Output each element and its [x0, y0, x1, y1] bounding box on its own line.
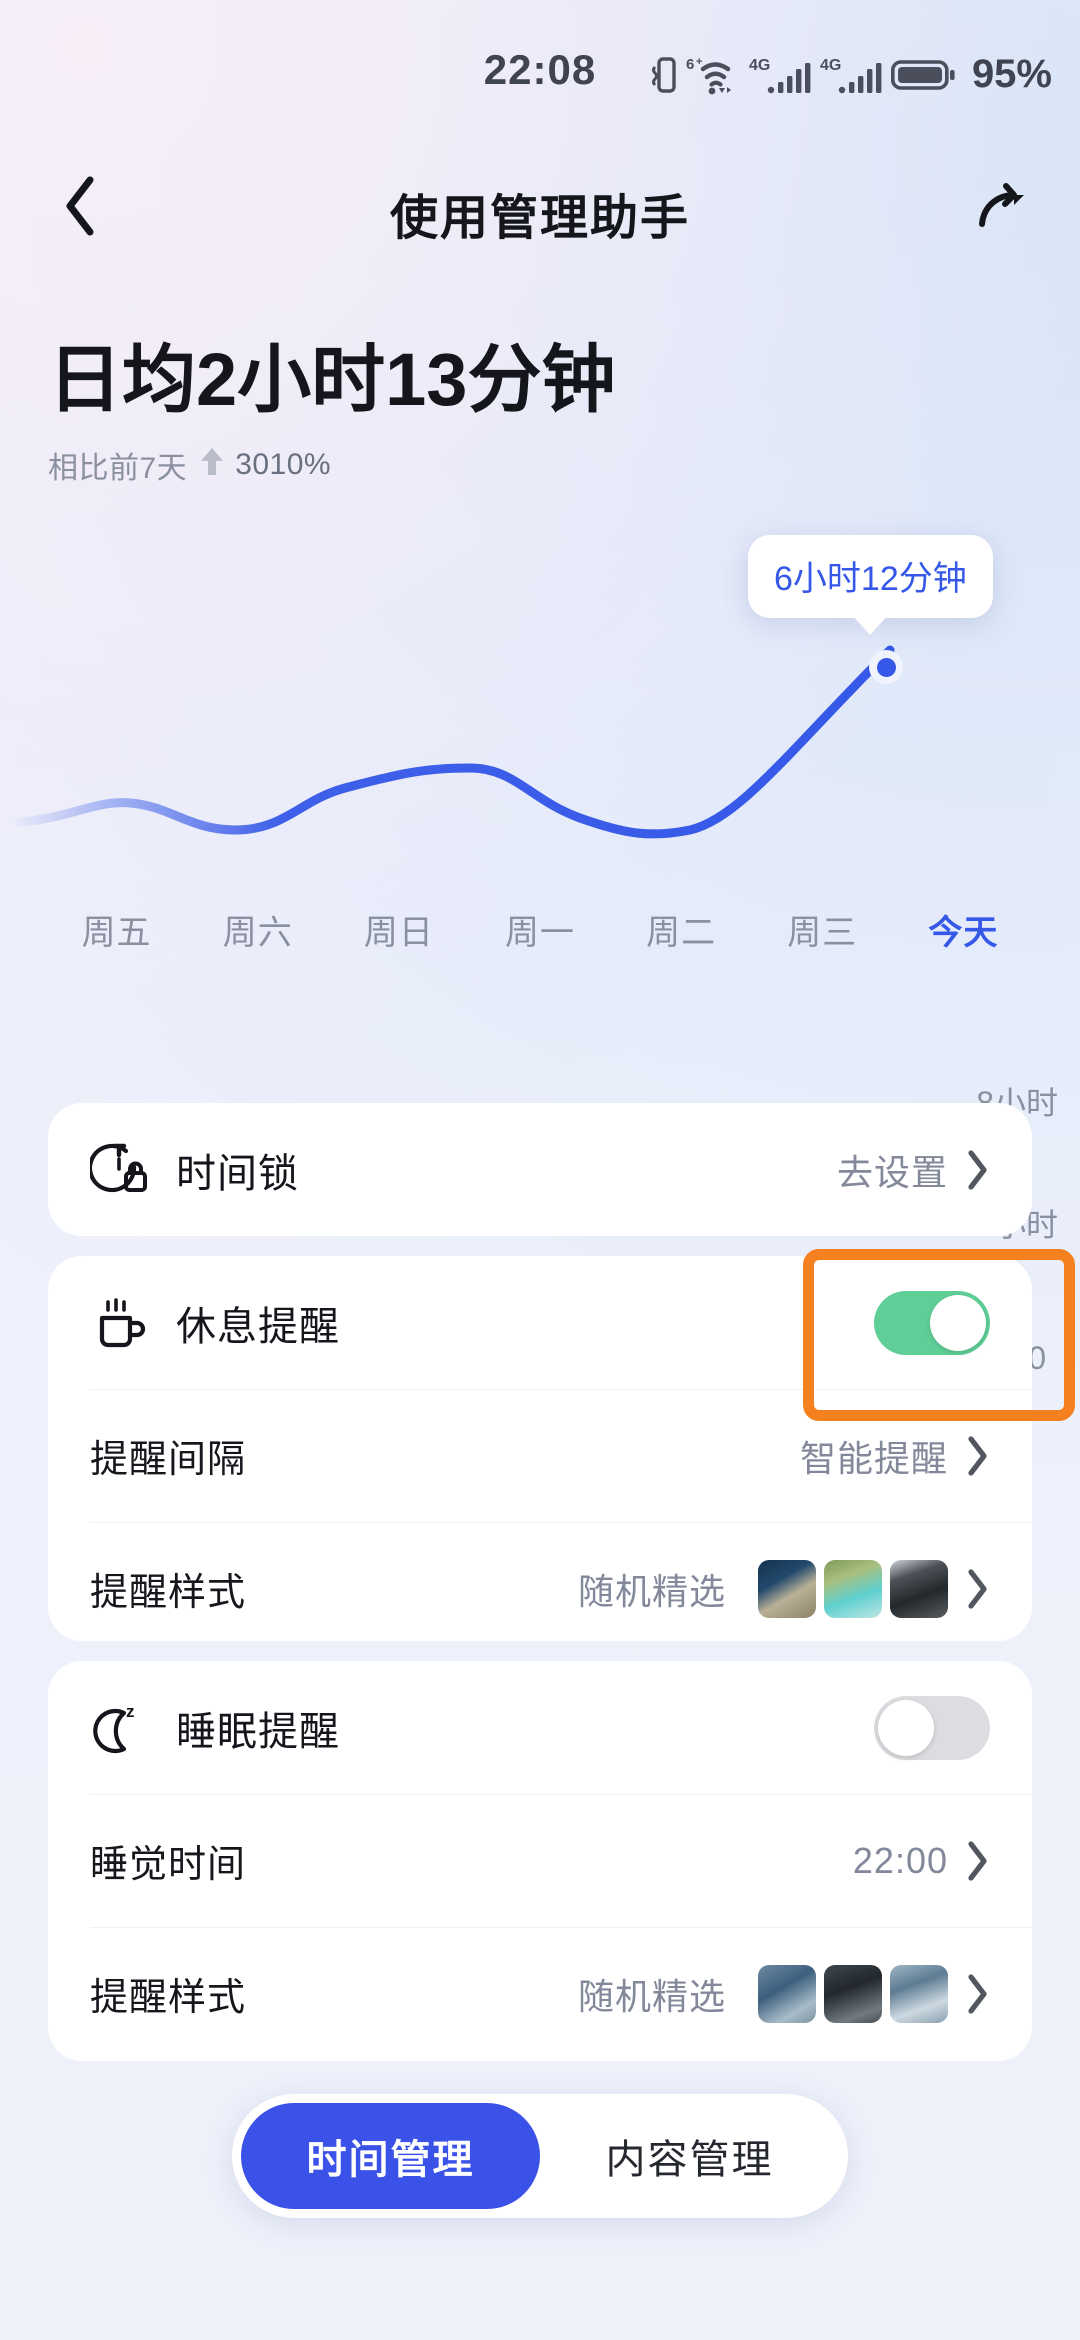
chart-day-2[interactable]: 周日	[328, 905, 469, 954]
signal-icon-1: 4G	[749, 54, 811, 96]
battery-percent-label: 95%	[971, 52, 1052, 96]
tab-time-management[interactable]: 时间管理	[241, 2103, 540, 2209]
row-time-lock[interactable]: 时间锁 去设置	[48, 1103, 1032, 1236]
row-reminder-style[interactable]: 提醒样式 随机精选	[48, 1522, 1032, 1641]
sleep-reminder-card: z 睡眠提醒 睡觉时间 22:00 提醒样式 随机精选	[48, 1661, 1032, 2061]
thumbnail-cliff[interactable]	[758, 1559, 816, 1618]
row-label: 时间锁	[176, 1151, 299, 1196]
row-control[interactable]: 随机精选	[577, 1559, 990, 1618]
chevron-right-icon	[966, 1149, 990, 1191]
toggle-knob	[878, 1699, 934, 1756]
phone-screen: 22:08 6 + 4G 4G 95% 使用管理助手 日均2小时13分钟 相比前…	[0, 0, 1080, 2340]
coffee-cup-icon	[90, 1294, 152, 1352]
signal-icon-2: 4G	[820, 54, 882, 96]
chevron-right-icon	[966, 1435, 990, 1477]
svg-text:4G: 4G	[820, 57, 841, 74]
tab-content-management[interactable]: 内容管理	[540, 2103, 839, 2209]
chart-day-1[interactable]: 周六	[187, 905, 328, 954]
battery-icon	[890, 56, 957, 94]
chart-line	[15, 645, 895, 839]
arrow-up-icon	[199, 445, 225, 485]
vibrate-icon	[651, 55, 677, 95]
chart-tooltip: 6小时12分钟	[748, 535, 993, 618]
row-value: 22:00	[852, 1839, 948, 1881]
row-break-reminder[interactable]: 休息提醒	[48, 1256, 1032, 1389]
nav-bar: 使用管理助手	[0, 150, 1080, 260]
row-control[interactable]: 智能提醒	[800, 1430, 990, 1482]
break-reminder-toggle[interactable]	[874, 1290, 990, 1355]
chart-point-dot	[876, 657, 896, 677]
chart-day-4[interactable]: 周二	[611, 905, 752, 954]
svg-text:z: z	[126, 1702, 135, 1721]
daily-average-value: 日均2小时13分钟	[48, 338, 616, 421]
status-bar: 22:08 6 + 4G 4G 95%	[0, 0, 1080, 110]
svg-text:6: 6	[686, 56, 694, 73]
share-button[interactable]	[960, 166, 1046, 248]
sleep-reminder-toggle[interactable]	[874, 1695, 990, 1760]
comparison-delta: 3010%	[235, 448, 332, 481]
chart-day-3[interactable]: 周一	[469, 905, 610, 954]
row-value: 去设置	[836, 1151, 948, 1193]
row-control[interactable]	[874, 1290, 990, 1355]
toggle-knob	[930, 1294, 986, 1351]
break-reminder-card: 休息提醒 提醒间隔 智能提醒 提醒样式 随机精选	[48, 1256, 1032, 1641]
chart-day-0[interactable]: 周五	[46, 905, 187, 954]
row-control[interactable]: 随机精选	[577, 1964, 990, 2023]
thumbnail-grey[interactable]	[890, 1964, 948, 2023]
time-lock-card: 时间锁 去设置	[48, 1103, 1032, 1236]
style-thumbnails[interactable]	[758, 1559, 948, 1618]
svg-text:+: +	[696, 56, 702, 68]
wifi-icon: 6 +	[686, 54, 740, 96]
row-label: 提醒间隔	[90, 1439, 247, 1481]
chart-day-5[interactable]: 周三	[752, 905, 893, 954]
row-control[interactable]: 22:00	[853, 1840, 990, 1882]
row-control[interactable]	[874, 1695, 990, 1760]
chevron-right-icon	[966, 1973, 990, 2015]
row-reminder-interval[interactable]: 提醒间隔 智能提醒	[48, 1389, 1032, 1522]
thumbnail-night[interactable]	[890, 1559, 948, 1618]
row-sleep-reminder[interactable]: z 睡眠提醒	[48, 1661, 1032, 1794]
chart-day-selector[interactable]: 周五 周六 周日 周一 周二 周三 今天	[0, 905, 1080, 954]
svg-text:4G: 4G	[749, 57, 770, 74]
row-label: 睡觉时间	[90, 1844, 247, 1886]
moon-zzz-icon: z	[90, 1699, 152, 1757]
comparison-label: 相比前7天	[48, 452, 188, 485]
row-value: 随机精选	[577, 1975, 726, 2017]
chevron-right-icon	[966, 1840, 990, 1882]
thumbnail-lagoon[interactable]	[824, 1559, 882, 1618]
row-label: 提醒样式	[90, 1572, 247, 1614]
row-value: 智能提醒	[799, 1437, 948, 1479]
comparison-row: 相比前7天 3010%	[48, 443, 615, 487]
status-bar-icons: 6 + 4G 4G 95%	[651, 52, 1052, 97]
chart-day-6[interactable]: 今天	[893, 905, 1034, 954]
bottom-tab-bar: 时间管理 内容管理	[232, 2094, 848, 2218]
chart-highlight-point[interactable]	[869, 650, 903, 684]
stopwatch-lock-icon	[90, 1141, 152, 1199]
row-label: 休息提醒	[176, 1304, 340, 1349]
row-control[interactable]: 去设置	[837, 1144, 990, 1196]
row-label: 提醒样式	[90, 1977, 247, 2019]
row-sleep-reminder-style[interactable]: 提醒样式 随机精选	[48, 1927, 1032, 2060]
row-value: 随机精选	[577, 1570, 726, 1612]
page-title: 使用管理助手	[389, 192, 690, 245]
share-icon	[972, 174, 1034, 241]
thumbnail-sea[interactable]	[758, 1964, 816, 2023]
row-label: 睡眠提醒	[176, 1709, 340, 1754]
row-bedtime[interactable]: 睡觉时间 22:00	[48, 1794, 1032, 1927]
usage-summary: 日均2小时13分钟 相比前7天 3010%	[48, 320, 615, 487]
style-thumbnails[interactable]	[758, 1964, 948, 2023]
thumbnail-dark[interactable]	[824, 1964, 882, 2023]
chevron-right-icon	[966, 1568, 990, 1610]
